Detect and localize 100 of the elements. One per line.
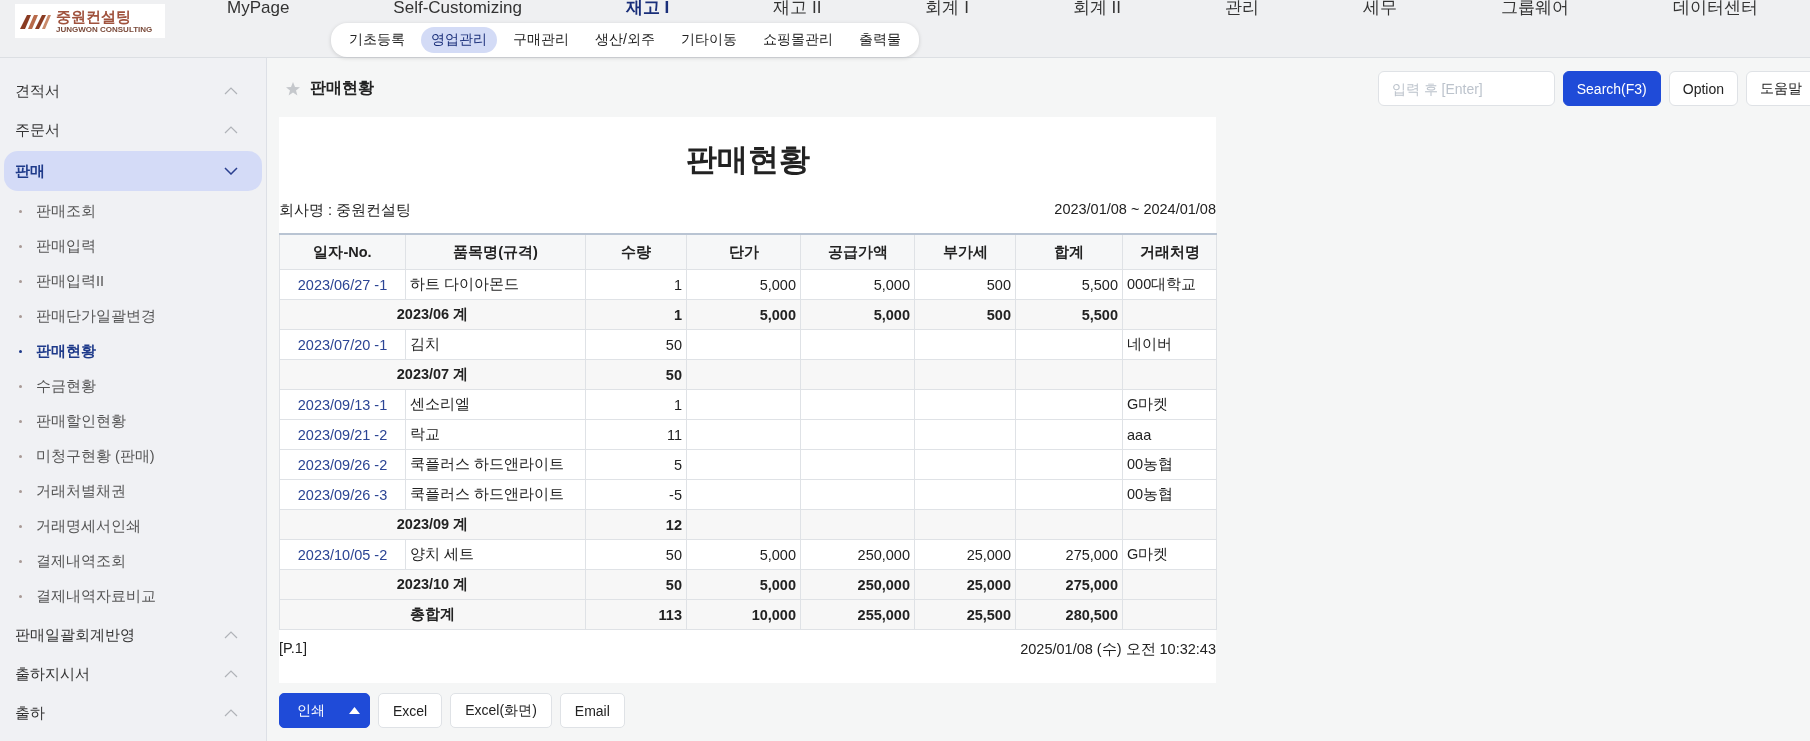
table-cell: 락교 bbox=[405, 419, 586, 450]
top-menu-item[interactable]: 데이터센터 bbox=[1672, 0, 1758, 17]
top-menu-item[interactable]: Self-Customizing bbox=[393, 0, 522, 17]
sidebar-item[interactable]: 판매할인현황 bbox=[36, 412, 126, 431]
table-cell: 5,000 bbox=[800, 269, 915, 300]
table-cell: 김치 bbox=[405, 329, 586, 360]
date-link[interactable]: 2023/09/21 -2 bbox=[279, 419, 406, 450]
export-button[interactable]: Excel bbox=[378, 693, 443, 728]
top-menu-item[interactable]: MyPage bbox=[227, 0, 290, 17]
column-header: 품목명(규격) bbox=[405, 234, 586, 270]
report-title: 판매현황 bbox=[684, 141, 811, 179]
sidebar-group[interactable]: 판매 bbox=[4, 151, 262, 191]
table-cell: 50 bbox=[585, 539, 687, 570]
grand-total-label: 총합계 bbox=[279, 599, 586, 630]
column-header: 일자-No. bbox=[279, 234, 406, 270]
sidebar-item[interactable]: 미청구현황 (판매) bbox=[36, 447, 155, 466]
print-button[interactable]: 인쇄 bbox=[279, 693, 370, 728]
top-menu-item[interactable]: 재고 II bbox=[773, 0, 822, 17]
table-cell: 275,000 bbox=[1015, 569, 1123, 600]
table-cell: 50 bbox=[585, 569, 687, 600]
top-menu-item[interactable]: 회계 II bbox=[1072, 0, 1122, 17]
table-cell: 하트 다이아몬드 bbox=[405, 269, 586, 300]
bullet-icon bbox=[19, 350, 22, 353]
table-cell: 5,500 bbox=[1015, 269, 1123, 300]
top-menu-item[interactable]: 재고 I bbox=[625, 0, 670, 17]
logo-tagline: JUNGWON CONSULTING bbox=[56, 25, 153, 34]
table-cell: 5,500 bbox=[1015, 299, 1123, 330]
toolbar-button[interactable]: Option bbox=[1668, 71, 1738, 106]
sub-menu-tab[interactable]: 쇼핑몰관리 bbox=[752, 27, 843, 53]
table-cell: 255,000 bbox=[800, 599, 915, 630]
subtotal-label: 2023/07 계 bbox=[279, 359, 586, 390]
sidebar-item[interactable]: 판매입력 bbox=[36, 237, 96, 256]
table-cell: 5,000 bbox=[800, 299, 915, 330]
export-button[interactable]: Email bbox=[559, 693, 625, 728]
sub-menu-tab[interactable]: 출력물 bbox=[848, 27, 911, 53]
bullet-icon bbox=[19, 385, 22, 388]
table-cell: 000대학교 bbox=[1122, 269, 1217, 300]
table-cell: 쿡플러스 하드앤라이트 bbox=[405, 449, 586, 480]
table-cell: G마켓 bbox=[1122, 389, 1217, 420]
table-cell: 500 bbox=[914, 299, 1016, 330]
sidebar-group-label: 출하 bbox=[15, 703, 45, 723]
table-cell: 25,500 bbox=[914, 599, 1016, 630]
date-link[interactable]: 2023/06/27 -1 bbox=[279, 269, 406, 300]
bullet-icon bbox=[19, 455, 22, 458]
date-link[interactable]: 2023/07/20 -1 bbox=[279, 329, 406, 360]
logo-name: 중원컨설팅 bbox=[56, 8, 131, 24]
column-header: 단가 bbox=[686, 234, 801, 270]
column-header: 거래처명 bbox=[1122, 234, 1217, 270]
table-cell: 25,000 bbox=[914, 569, 1016, 600]
table-cell: 5,000 bbox=[686, 269, 801, 300]
company-name: 회사명 : 중원컨설팅 bbox=[279, 201, 412, 220]
search-field[interactable]: 입력 후 [Enter] bbox=[1377, 71, 1555, 106]
sidebar-item[interactable]: 거래명세서인쇄 bbox=[36, 517, 141, 536]
top-menu-item[interactable]: 세무 bbox=[1363, 0, 1397, 17]
sub-menu-tab[interactable]: 생산/외주 bbox=[585, 27, 665, 53]
sub-menu-tab[interactable]: 기초등록 bbox=[339, 27, 415, 53]
toolbar-button[interactable]: 도움말 bbox=[1746, 71, 1810, 106]
table-cell: 12 bbox=[585, 509, 687, 540]
sidebar-group[interactable]: 출하지시서 bbox=[4, 656, 262, 692]
date-link[interactable]: 2023/10/05 -2 bbox=[279, 539, 406, 570]
table-cell: 양치 세트 bbox=[405, 539, 586, 570]
top-menu-item[interactable]: 관리 bbox=[1225, 0, 1259, 17]
sidebar-group[interactable]: 견적서 bbox=[4, 73, 262, 109]
table-cell: 11 bbox=[585, 419, 687, 450]
sidebar-group-label: 판매일괄회계반영 bbox=[15, 625, 135, 645]
sidebar-item[interactable]: 판매현황 bbox=[36, 342, 96, 361]
toolbar-button[interactable]: Search(F3) bbox=[1562, 71, 1661, 106]
bullet-icon bbox=[19, 595, 22, 598]
star-icon[interactable] bbox=[285, 80, 301, 97]
table-cell: 5,000 bbox=[686, 539, 801, 570]
top-menu-item[interactable]: 회계 I bbox=[925, 0, 969, 17]
top-menu-item[interactable]: 그룹웨어 bbox=[1501, 0, 1569, 17]
sidebar-group[interactable]: 판매일괄회계반영 bbox=[4, 617, 262, 653]
sub-menu-tab[interactable]: 기타이동 bbox=[670, 27, 747, 53]
sidebar-group-label: 견적서 bbox=[15, 81, 60, 101]
sidebar-group-label: 판매 bbox=[15, 161, 45, 181]
sub-menu-tab[interactable]: 영업관리 bbox=[421, 27, 497, 53]
export-button[interactable]: Excel(화면) bbox=[450, 693, 552, 728]
caret-up-icon bbox=[349, 707, 360, 714]
sub-menu-tab[interactable]: 구매관리 bbox=[503, 27, 579, 53]
report-period: 2023/01/08 ~ 2024/01/08 bbox=[1054, 201, 1216, 219]
sidebar-group[interactable]: 주문서 bbox=[4, 112, 262, 148]
table-cell: 280,500 bbox=[1015, 599, 1123, 630]
column-header: 합계 bbox=[1015, 234, 1123, 270]
date-link[interactable]: 2023/09/26 -2 bbox=[279, 449, 406, 480]
print-timestamp: 2025/01/08 (수) 오전 10:32:43 bbox=[1020, 640, 1216, 659]
sidebar-item[interactable]: 판매단가일괄변경 bbox=[36, 307, 156, 326]
sidebar-item[interactable]: 판매조회 bbox=[36, 202, 96, 221]
table-cell: G마켓 bbox=[1122, 539, 1217, 570]
company-logo[interactable]: 중원컨설팅 JUNGWON CONSULTING bbox=[15, 4, 165, 38]
sidebar-item[interactable]: 거래처별채권 bbox=[36, 482, 126, 501]
date-link[interactable]: 2023/09/26 -3 bbox=[279, 479, 406, 510]
bullet-icon bbox=[19, 490, 22, 493]
sidebar-item[interactable]: 수금현황 bbox=[36, 377, 96, 396]
sidebar-item[interactable]: 결제내역자료비교 bbox=[36, 587, 156, 606]
bullet-icon bbox=[19, 420, 22, 423]
sidebar-item[interactable]: 판매입력II bbox=[36, 272, 105, 291]
date-link[interactable]: 2023/09/13 -1 bbox=[279, 389, 406, 420]
sidebar-group[interactable]: 출하 bbox=[4, 695, 262, 731]
sidebar-item[interactable]: 결제내역조회 bbox=[36, 552, 126, 571]
